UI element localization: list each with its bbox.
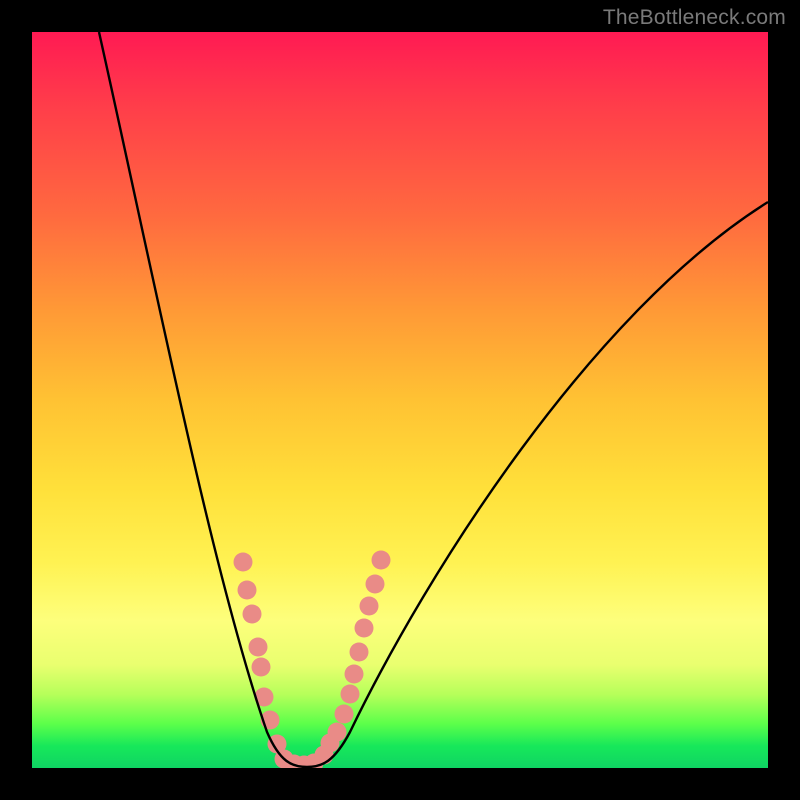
data-marker — [249, 638, 268, 657]
bottleneck-curve — [99, 32, 768, 767]
plot-area — [32, 32, 768, 768]
data-marker — [252, 658, 271, 677]
data-marker — [355, 619, 374, 638]
data-marker — [366, 575, 385, 594]
watermark: TheBottleneck.com — [603, 6, 786, 30]
chart-svg — [32, 32, 768, 768]
chart-frame: TheBottleneck.com — [0, 0, 800, 800]
data-marker — [243, 605, 262, 624]
data-marker — [328, 723, 347, 742]
data-marker — [341, 685, 360, 704]
data-marker — [350, 643, 369, 662]
data-marker — [238, 581, 257, 600]
data-marker — [372, 551, 391, 570]
data-marker — [345, 665, 364, 684]
data-marker — [335, 705, 354, 724]
marker-group — [234, 551, 391, 769]
data-marker — [360, 597, 379, 616]
data-marker — [234, 553, 253, 572]
